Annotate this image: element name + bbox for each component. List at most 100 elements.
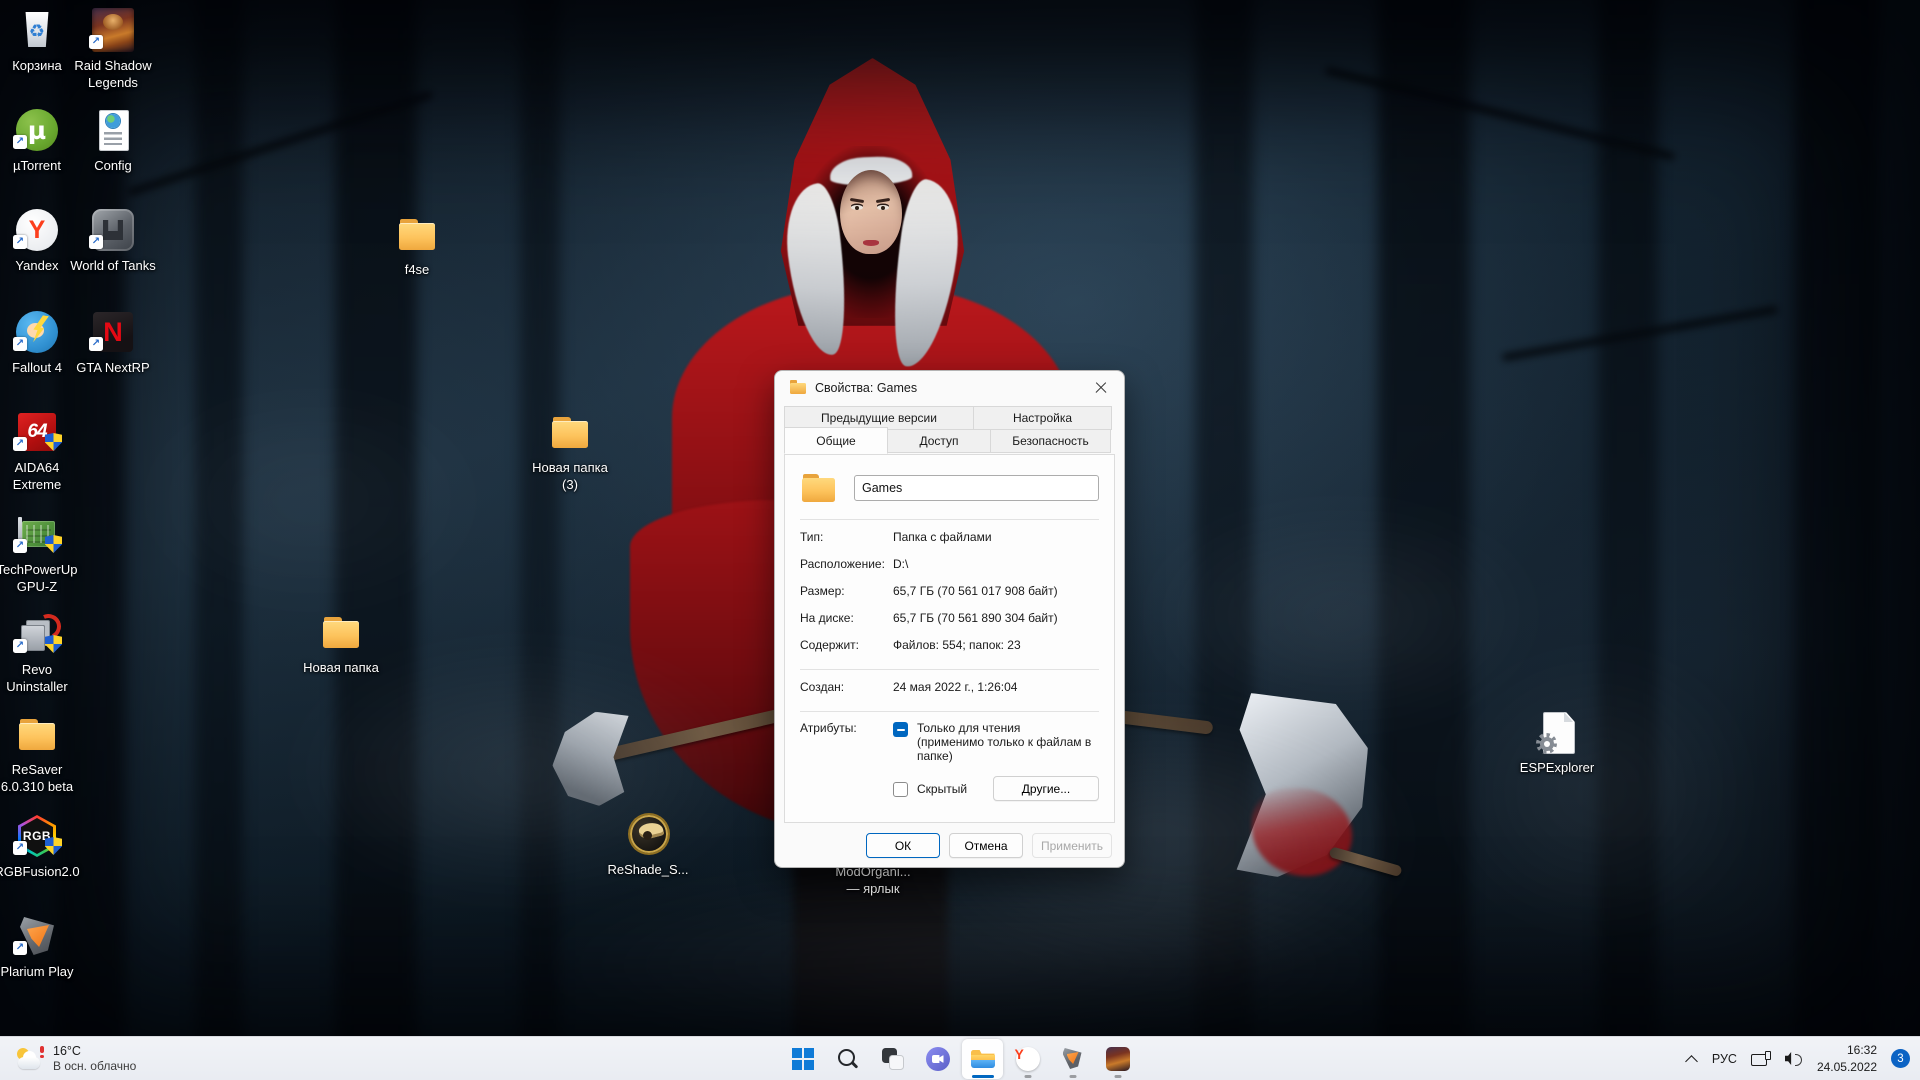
running-indicator [1024,1075,1031,1078]
desktop-icon-label: Новая папка (3) [527,460,613,493]
gear-icon [1536,733,1557,754]
desktop-icon-label: TechPowerUp GPU-Z [0,562,80,595]
shortcut-arrow-icon: ↗ [13,337,27,351]
notification-badge[interactable]: 3 [1891,1049,1910,1068]
desktop-icon-folder[interactable]: f4se [374,210,460,279]
clock[interactable]: 16:32 24.05.2022 [1817,1042,1877,1074]
hidden-checkbox[interactable] [893,782,908,797]
globe-icon [106,114,120,128]
dialog-title: Свойства: Games [815,381,917,395]
language-indicator[interactable]: РУС [1712,1052,1737,1066]
task-view-icon [880,1046,906,1072]
taskbar-button-raid-shadow-legends[interactable] [1097,1039,1138,1079]
raid-shadow-legends-icon [1105,1046,1131,1072]
desktop-icon-gpuz[interactable]: ↗ TechPowerUp GPU-Z [0,510,80,595]
property-label: Содержит: [800,638,893,652]
recycle-glyph: ♻ [29,21,45,42]
desktop-icon-yandex[interactable]: Y↗Yandex [0,206,80,275]
desktop-icon-label: Plarium Play [1,964,74,981]
taskbar-button-search[interactable] [827,1039,868,1079]
weather-temperature: 16°C [53,1043,136,1059]
system-tray: РУС 16:32 24.05.2022 3 [1684,1037,1910,1080]
property-label: На диске: [800,611,893,625]
weather-cloud-alert-icon [16,1046,44,1072]
desktop-icon-folder[interactable]: Новая папка (3) [527,408,613,493]
readonly-checkbox[interactable] [893,722,908,737]
taskbar-button-chat[interactable] [917,1039,958,1079]
desktop-icon-aida[interactable]: 64↗AIDA64 Extreme [0,408,80,493]
desktop-icon-gta[interactable]: N↗GTA NextRP [70,308,156,377]
dialog-tab[interactable]: Общие [784,427,888,454]
dialog-tab[interactable]: Доступ [887,429,991,453]
gta-icon: N↗ [89,308,137,356]
desktop-icon-rgb[interactable]: RGB↗RGBFusion2.0 [0,812,80,881]
apply-button: Применить [1032,833,1112,858]
property-value: 24 мая 2022 г., 1:26:04 [893,680,1099,694]
desktop-icon-wot[interactable]: ↗World of Tanks [70,206,156,275]
uac-shield-icon [45,635,62,653]
dialog-tab[interactable]: Настройка [973,406,1112,430]
clock-date: 24.05.2022 [1817,1060,1877,1074]
property-value: Папка с файлами [893,530,1099,544]
folder-icon [393,210,441,258]
attributes-label: Атрибуты: [800,721,893,801]
taskbar-button-yandex-browser[interactable]: Y [1007,1039,1048,1079]
taskbar-button-start[interactable] [782,1039,823,1079]
taskbar-button-task-view[interactable] [872,1039,913,1079]
hidden-label: Скрытый [917,782,967,796]
dialog-titlebar[interactable]: Свойства: Games [775,371,1124,404]
desktop-icon-utorrent[interactable]: µ↗µTorrent [0,106,80,175]
config-icon [89,106,137,154]
dialog-tab[interactable]: Безопасность [990,429,1111,453]
weather-widget[interactable]: 16°C В осн. облачно [8,1037,144,1080]
desktop-icon-fallout[interactable]: ↗Fallout 4 [0,308,80,377]
folder-icon [790,380,807,395]
desktop-icon-revo[interactable]: ↗Revo Uninstaller [0,610,80,695]
desktop-icon-label: Новая папка [303,660,379,677]
ok-button[interactable]: ОК [866,833,940,858]
desktop-icon-reshade[interactable]: ReShade_S... [605,810,691,879]
property-label: Размер: [800,584,893,598]
property-value: Файлов: 554; папок: 23 [893,638,1099,652]
taskbar-button-file-explorer[interactable] [962,1039,1003,1079]
desktop-icon-raid[interactable]: ↗Raid Shadow Legends [70,6,156,91]
folder-large-icon [800,468,840,508]
desktop-icon-config[interactable]: Config [70,106,156,175]
tray-overflow-chevron-icon[interactable] [1684,1052,1698,1066]
running-indicator [972,1075,994,1078]
shortcut-arrow-icon: ↗ [13,539,27,553]
properties-row: Расположение:D:\ [800,550,1099,577]
desktop-icon-label: Yandex [15,258,58,275]
desktop-icon-esp[interactable]: ESPExplorer [1514,708,1600,777]
network-icon[interactable] [1751,1051,1771,1067]
desktop-icon-folder[interactable]: Новая папка [298,608,384,677]
taskbar-button-plarium-play[interactable] [1052,1039,1093,1079]
shortcut-arrow-icon: ↗ [89,235,103,249]
yandex-glyph: Y [29,216,46,245]
desktop-icon-label: Raid Shadow Legends [70,58,156,91]
desktop-icon-recycle[interactable]: ♻Корзина [0,6,80,75]
other-attributes-button[interactable]: Другие... [993,776,1099,801]
utorrent-icon: µ↗ [13,106,61,154]
property-value: 65,7 ГБ (70 561 017 908 байт) [893,584,1099,598]
desktop-icon-folder[interactable]: ReSaver 6.0.310 beta [0,710,80,795]
close-button[interactable] [1078,371,1124,404]
utorrent-glyph: µ [28,116,46,145]
cancel-button[interactable]: Отмена [949,833,1023,858]
folder-icon [317,608,365,656]
readonly-sublabel: (применимо только к файлам в папке) [917,735,1091,763]
property-label: Создан: [800,680,893,694]
yandex-glyph: Y [1015,1046,1024,1062]
desktop-icon-plarium[interactable]: ↗ Plarium Play [0,912,80,981]
folder-name-input[interactable] [854,475,1099,501]
search-icon [835,1046,861,1072]
shortcut-arrow-icon: ↗ [13,437,27,451]
weather-condition: В осн. облачно [53,1059,136,1075]
revo-icon: ↗ [13,610,61,658]
uac-shield-icon [45,837,62,855]
properties-dialog: Свойства: Games Предыдущие версииНастрой… [774,370,1125,868]
volume-icon[interactable] [1785,1051,1803,1067]
shortcut-arrow-icon: ↗ [13,941,27,955]
properties-row: На диске:65,7 ГБ (70 561 890 304 байт) [800,604,1099,631]
close-icon [1095,382,1107,394]
